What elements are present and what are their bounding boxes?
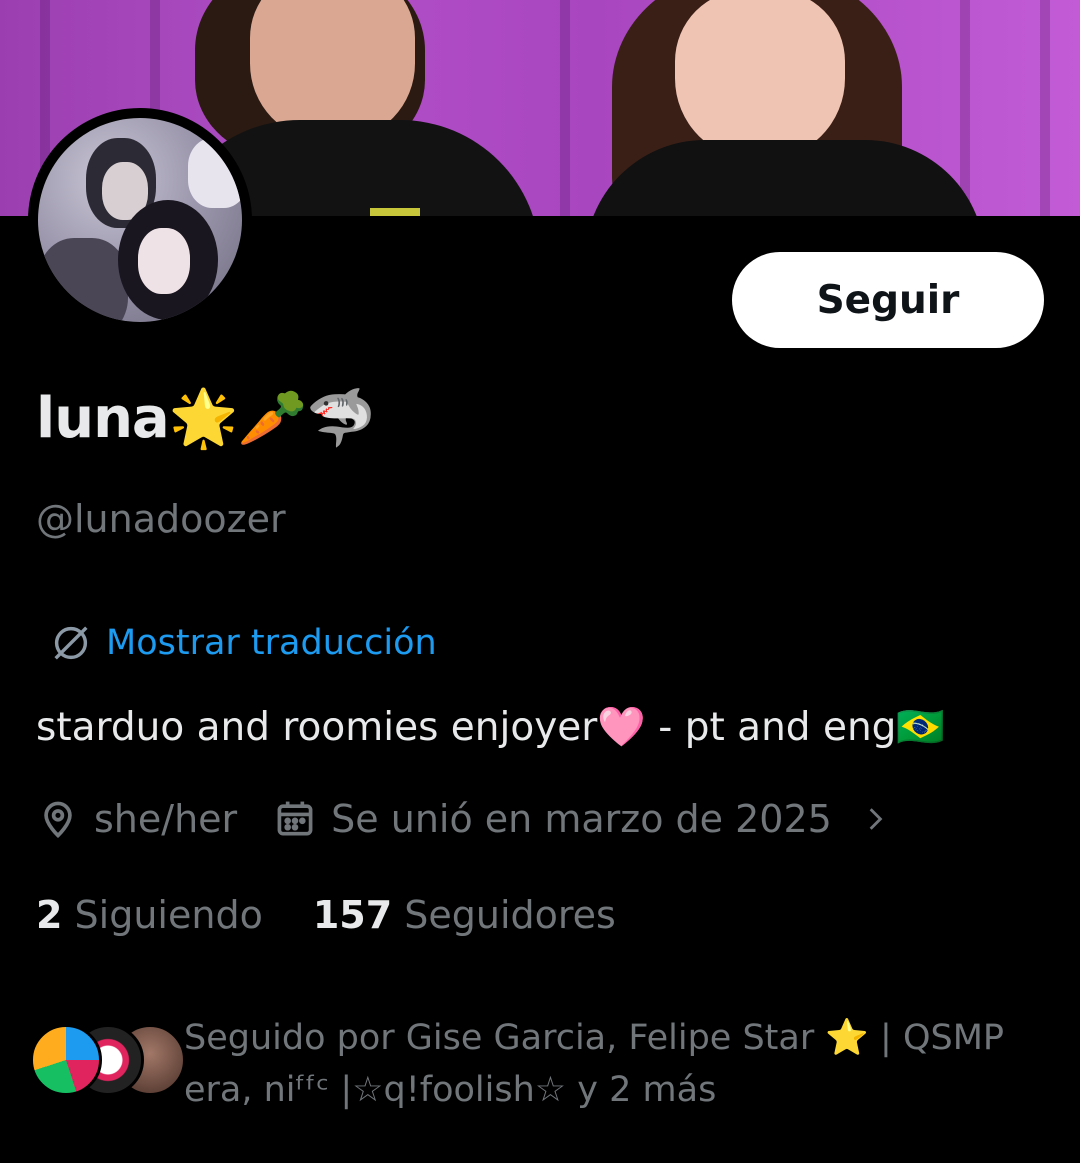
bio: starduo and roomies enjoyer🩷 - pt and en… bbox=[36, 705, 945, 750]
profile-meta: she/her Se unió en marzo de 2025 bbox=[36, 797, 902, 841]
globe-slash-icon bbox=[54, 626, 88, 660]
location-pin-icon bbox=[44, 801, 72, 839]
calendar-icon bbox=[277, 801, 313, 836]
following-count: 2 bbox=[36, 893, 63, 937]
chevron-right-icon bbox=[869, 808, 883, 830]
following-label: Siguiendo bbox=[74, 893, 263, 937]
followers-label: Seguidores bbox=[404, 893, 616, 937]
follower-avatar bbox=[30, 1024, 102, 1096]
join-date-text: Se unió en marzo de 2025 bbox=[331, 797, 832, 841]
display-name: luna🌟🥕🦈 bbox=[36, 386, 376, 451]
follow-button[interactable]: Seguir bbox=[732, 252, 1044, 348]
followed-by[interactable]: Seguido por Gise Garcia, Felipe Star ⭐ |… bbox=[30, 1016, 1050, 1126]
location-text: she/her bbox=[94, 797, 238, 841]
follow-stats: 2 Siguiendo 157 Seguidores bbox=[36, 893, 616, 937]
show-translation-label: Mostrar traducción bbox=[106, 623, 437, 663]
avatar[interactable] bbox=[38, 118, 242, 322]
followers-count: 157 bbox=[312, 893, 393, 937]
show-translation-link[interactable]: Mostrar traducción bbox=[48, 620, 437, 666]
followed-by-text: Seguido por Gise Garcia, Felipe Star ⭐ |… bbox=[184, 1018, 1005, 1110]
join-date[interactable]: Se unió en marzo de 2025 bbox=[273, 797, 902, 841]
location: she/her bbox=[36, 797, 237, 841]
username-handle: @lunadoozer bbox=[36, 497, 286, 541]
following-link[interactable]: 2 Siguiendo bbox=[36, 893, 263, 937]
followers-link[interactable]: 157 Seguidores bbox=[313, 893, 616, 937]
